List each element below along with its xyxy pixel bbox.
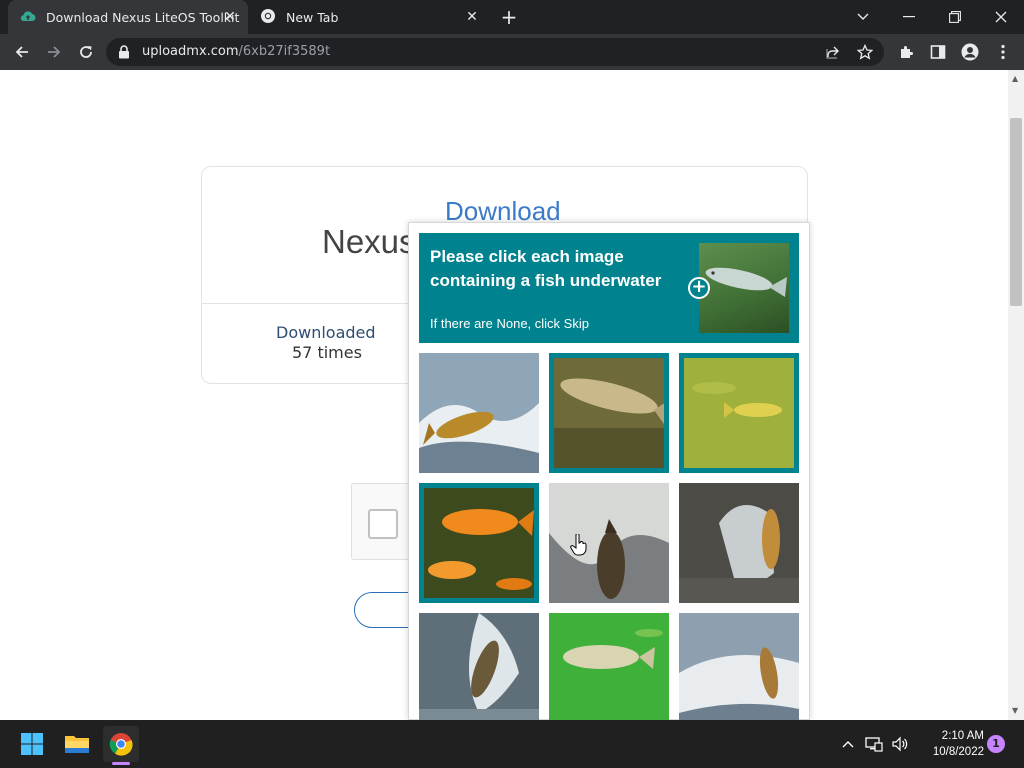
scroll-down-arrow-icon[interactable]: ▼ (1012, 706, 1018, 715)
reload-button[interactable] (72, 38, 100, 66)
back-button[interactable] (8, 38, 36, 66)
challenge-tile-9[interactable] (679, 613, 799, 720)
arrow-left-icon (15, 46, 28, 58)
scrollbar-thumb[interactable] (1010, 118, 1022, 306)
restore-button[interactable] (932, 0, 978, 34)
page-scrollbar[interactable]: ▲ ▼ (1008, 70, 1024, 720)
tab-download-nexus[interactable]: Download Nexus LiteOS Toolkit ✕ (8, 0, 248, 34)
downloaded-label: Downloaded (276, 323, 376, 342)
lock-icon[interactable] (118, 44, 130, 63)
challenge-tile-8[interactable] (549, 613, 669, 720)
challenge-prompt-text: Please click each image containing a fis… (430, 247, 662, 290)
challenge-tile-2[interactable] (549, 353, 669, 473)
close-icon (995, 11, 1007, 23)
challenge-tile-1[interactable] (419, 353, 539, 473)
kebab-menu-icon[interactable] (993, 42, 1013, 62)
chrome-icon (109, 733, 133, 756)
chrome-taskbar-button[interactable] (103, 726, 139, 762)
captcha-checkbox[interactable] (368, 509, 398, 539)
challenge-tile-5[interactable] (549, 483, 669, 603)
forward-button[interactable] (40, 38, 68, 66)
hand-cursor-icon (570, 533, 588, 560)
chevron-down-icon (857, 13, 869, 20)
restore-icon (949, 11, 961, 23)
tab-title: Download Nexus LiteOS Toolkit (46, 9, 240, 25)
extensions-puzzle-icon[interactable] (896, 42, 916, 62)
new-tab-button[interactable]: + (498, 6, 520, 28)
arrow-right-icon (48, 46, 61, 58)
notification-badge[interactable]: 1 (987, 735, 1005, 753)
challenge-skip-hint: If there are None, click Skip (430, 316, 589, 331)
page-content: Nexus Downloaded 57 times Download Pleas… (0, 70, 1008, 720)
system-clock[interactable]: 2:10 AM 10/8/2022 (918, 728, 984, 760)
clock-date: 10/8/2022 (932, 746, 984, 758)
tab-search-button[interactable] (840, 0, 886, 34)
sample-fish-image (699, 243, 789, 333)
start-button[interactable] (14, 726, 50, 762)
challenge-tile-4[interactable] (419, 483, 539, 603)
close-tab-icon[interactable]: ✕ (464, 9, 480, 25)
plus-icon[interactable]: + (688, 277, 710, 299)
windows-logo-icon (21, 733, 43, 755)
chrome-icon (260, 8, 276, 27)
challenge-tile-3[interactable] (679, 353, 799, 473)
close-tab-icon[interactable]: ✕ (222, 9, 238, 25)
tray-overflow-chevron-up-icon[interactable] (838, 734, 858, 754)
file-explorer-button[interactable] (59, 726, 95, 762)
minimize-button[interactable] (886, 0, 932, 34)
active-app-indicator (112, 762, 130, 765)
downloaded-count: 57 times (292, 343, 362, 362)
challenge-prompt-header: Please click each image containing a fis… (419, 233, 799, 343)
address-bar[interactable]: uploadmx.com/6xb27if3589t (106, 38, 884, 66)
windows-taskbar: 2:10 AM 10/8/2022 1 (0, 720, 1024, 768)
folder-icon (65, 736, 89, 753)
scroll-up-arrow-icon[interactable]: ▲ (1012, 74, 1018, 83)
share-icon[interactable] (825, 44, 841, 60)
tab-title: New Tab (286, 9, 339, 25)
volume-icon[interactable] (890, 734, 910, 754)
bookmark-star-icon[interactable] (856, 43, 874, 60)
cloud-upload-icon (20, 9, 36, 26)
side-panel-icon[interactable] (928, 42, 948, 62)
challenge-tile-6[interactable] (679, 483, 799, 603)
url-host: uploadmx.com (142, 44, 239, 59)
minimize-icon (903, 16, 915, 18)
url-path: /6xb27if3589t (238, 44, 331, 59)
page-title: Nexus (322, 223, 416, 260)
browser-toolbar: uploadmx.com/6xb27if3589t (0, 34, 1024, 70)
tab-strip: Download Nexus LiteOS Toolkit ✕ New Tab … (0, 0, 1024, 34)
url-text: uploadmx.com/6xb27if3589t (142, 44, 330, 59)
network-icon[interactable] (864, 734, 884, 754)
close-window-button[interactable] (978, 0, 1024, 34)
reload-icon (80, 46, 92, 58)
tab-new-tab[interactable]: New Tab ✕ (250, 0, 490, 34)
clock-time: 2:10 AM (941, 730, 984, 742)
captcha-challenge-panel: Please click each image containing a fis… (408, 222, 810, 720)
profile-avatar-icon[interactable] (960, 42, 980, 62)
challenge-tile-7[interactable] (419, 613, 539, 720)
